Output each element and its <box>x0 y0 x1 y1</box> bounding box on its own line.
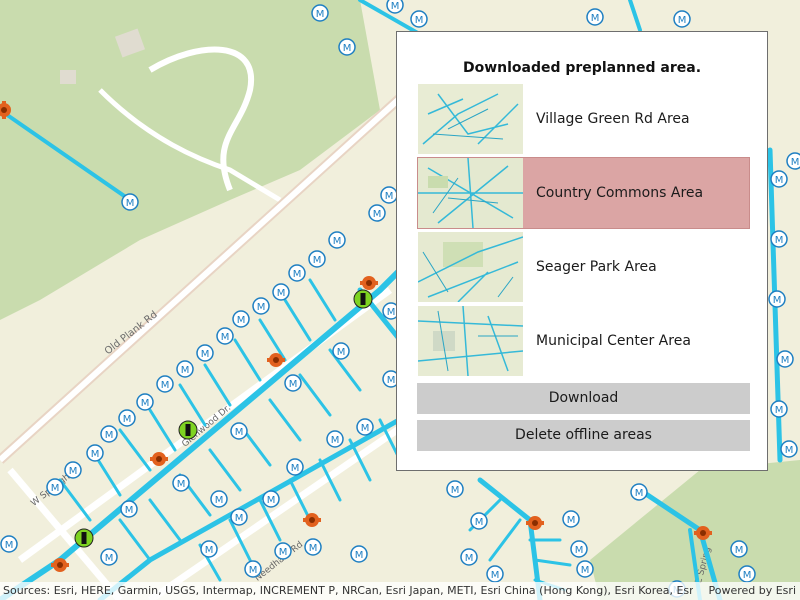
meter-icon <box>738 565 756 583</box>
meter-icon <box>410 10 428 28</box>
area-label: Village Green Rd Area <box>536 111 690 127</box>
meter-icon <box>286 458 304 476</box>
meter-icon <box>46 478 64 496</box>
meter-icon <box>368 204 386 222</box>
area-item-seager-park[interactable]: Seager Park Area <box>417 231 750 303</box>
meter-icon <box>328 231 346 249</box>
meter-icon <box>470 512 488 530</box>
meter-icon <box>156 375 174 393</box>
meter-icon <box>586 8 604 26</box>
meter-icon <box>770 170 788 188</box>
meter-icon <box>216 327 234 345</box>
meter-icon <box>380 186 398 204</box>
meter-icon <box>562 510 580 528</box>
meter-icon <box>230 508 248 526</box>
meter-icon <box>770 230 788 248</box>
meter-icon <box>460 548 478 566</box>
panel-title: Downloaded preplanned area. <box>462 60 702 76</box>
meter-icon <box>0 535 18 553</box>
meter-icon <box>176 360 194 378</box>
powered-by-link[interactable]: Powered by Esri <box>708 582 796 600</box>
meter-icon <box>100 425 118 443</box>
meter-icon <box>730 540 748 558</box>
meter-icon <box>64 461 82 479</box>
meter-icon <box>326 430 344 448</box>
meter-icon <box>136 393 154 411</box>
meter-icon <box>120 500 138 518</box>
meter-icon <box>244 560 262 578</box>
preplanned-areas-panel: Downloaded preplanned area. Village Gree… <box>396 31 768 471</box>
meter-icon <box>304 538 322 556</box>
meter-icon <box>118 409 136 427</box>
meter-icon <box>252 297 270 315</box>
delete-offline-areas-button[interactable]: Delete offline areas <box>417 420 750 451</box>
meter-icon <box>350 545 368 563</box>
area-item-village-green[interactable]: Village Green Rd Area <box>417 83 750 155</box>
meter-icon <box>673 10 691 28</box>
area-label: Country Commons Area <box>536 185 704 201</box>
meter-icon <box>570 540 588 558</box>
meter-icon <box>172 474 190 492</box>
meter-icon <box>311 4 329 22</box>
meter-icon <box>288 264 306 282</box>
meter-icon <box>776 350 794 368</box>
map-attribution: Sources: Esri, HERE, Garmin, USGS, Inter… <box>0 582 800 600</box>
meter-icon <box>86 444 104 462</box>
meter-icon <box>576 560 594 578</box>
meter-icon <box>308 250 326 268</box>
meter-icon <box>274 542 292 560</box>
attribution-sources: Sources: Esri, HERE, Garmin, USGS, Inter… <box>3 584 693 597</box>
meter-icon <box>768 290 786 308</box>
meter-icon <box>232 310 250 328</box>
area-item-country-commons[interactable]: Country Commons Area <box>417 157 750 229</box>
meter-icon <box>356 418 374 436</box>
area-thumbnail <box>418 306 523 376</box>
meter-icon <box>486 565 504 583</box>
area-item-municipal-center[interactable]: Municipal Center Area <box>417 305 750 377</box>
meter-icon <box>770 400 788 418</box>
meter-icon <box>338 38 356 56</box>
meter-icon <box>230 422 248 440</box>
meter-icon <box>121 193 139 211</box>
meter-icon <box>272 283 290 301</box>
meter-icon <box>284 374 302 392</box>
area-list: Village Green Rd Area Country Commons Ar… <box>417 83 750 379</box>
meter-icon <box>210 490 228 508</box>
area-thumbnail <box>418 232 523 302</box>
meter-icon <box>780 440 798 458</box>
area-thumbnail <box>418 158 523 228</box>
area-label: Seager Park Area <box>536 259 657 275</box>
meter-icon <box>786 152 800 170</box>
meter-icon <box>630 483 648 501</box>
meter-icon <box>446 480 464 498</box>
meter-icon <box>100 548 118 566</box>
meter-icon <box>196 344 214 362</box>
meter-icon <box>262 490 280 508</box>
meter-icon <box>386 0 404 14</box>
area-label: Municipal Center Area <box>536 333 691 349</box>
meter-icon <box>332 342 350 360</box>
download-button[interactable]: Download <box>417 383 750 414</box>
meter-icon <box>200 540 218 558</box>
area-thumbnail <box>418 84 523 154</box>
